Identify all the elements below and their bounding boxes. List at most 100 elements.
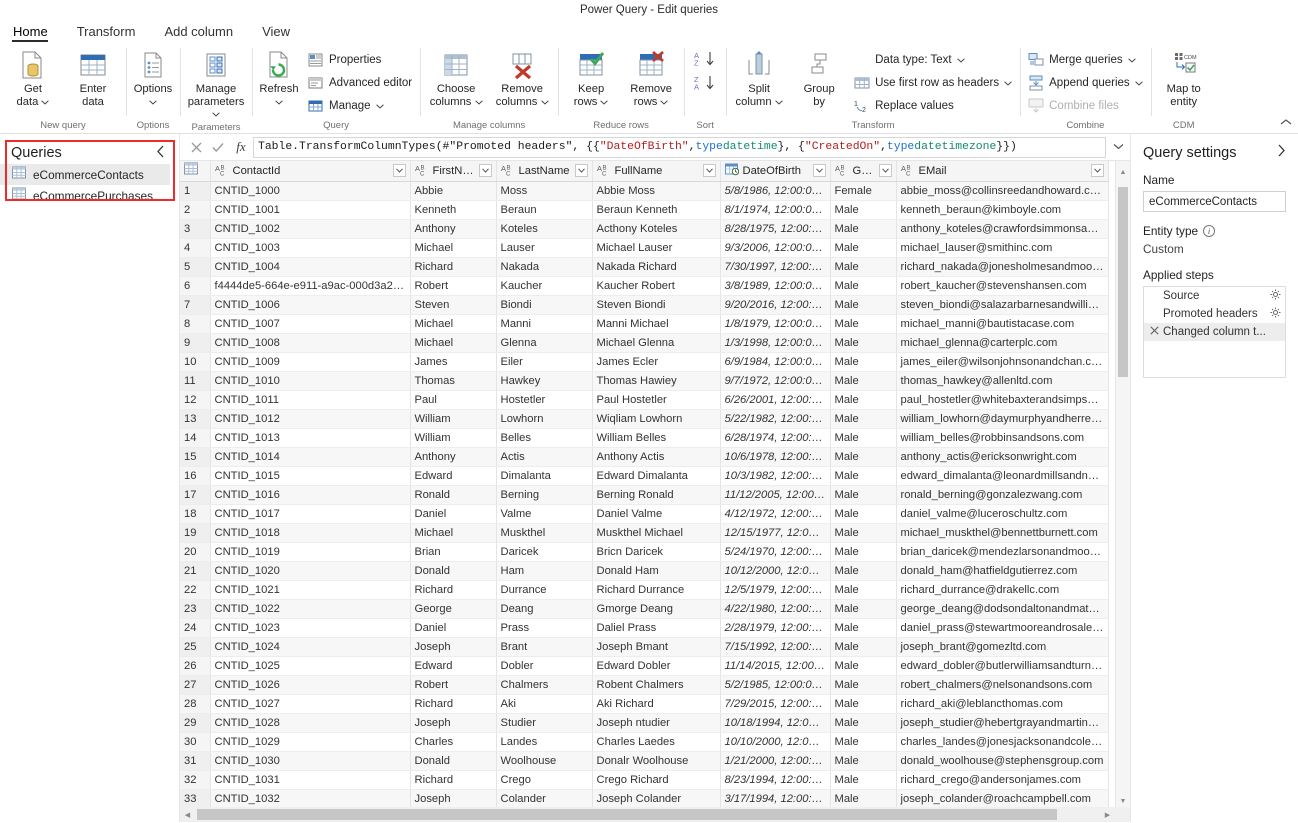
grid-cell-gender[interactable]: Male (830, 694, 897, 714)
grid-cell-lastname[interactable]: Koteles (496, 219, 593, 239)
grid-cell-contactid[interactable]: CNTID_1020 (210, 561, 411, 581)
grid-cell-firstname[interactable]: Abbie (410, 181, 497, 201)
grid-cell-gender[interactable]: Male (830, 561, 897, 581)
grid-cell-dateofbirth[interactable]: 1/8/1979, 12:00:00 AM (720, 314, 831, 334)
grid-cell-lastname[interactable]: Hawkey (496, 371, 593, 391)
grid-cell-contactid[interactable]: CNTID_1029 (210, 732, 411, 752)
ribbon-button-group-by[interactable]: Group by (790, 45, 848, 108)
grid-cell-fullname[interactable]: Muskthel Michael (592, 523, 721, 543)
grid-cell-fullname[interactable]: Aki Richard (592, 694, 721, 714)
ribbon-button-data-type-text[interactable]: Data type: Text (850, 49, 1016, 71)
grid-cell-email[interactable]: charles_landes@jonesjacksonandcole.com (896, 732, 1109, 752)
grid-row[interactable]: 8 CNTID_1007 Michael Manni Manni Michael 1/8/… (180, 314, 1109, 334)
chevron-up-icon[interactable] (1280, 117, 1292, 129)
ribbon-button-split-column[interactable]: Split column (730, 45, 788, 109)
scroll-right-arrow-icon[interactable]: ▶ (1100, 811, 1115, 819)
ribbon-button-append-queries[interactable]: Append queries (1024, 72, 1147, 94)
ribbon-button-manage-parameters[interactable]: Manage parameters (184, 45, 248, 122)
ribbon-button-remove-rows[interactable]: Remove rows (622, 45, 680, 109)
grid-cell-fullname[interactable]: Michael Glenna (592, 333, 721, 353)
grid-cell-contactid[interactable]: CNTID_1030 (210, 751, 411, 771)
grid-cell-email[interactable]: richard_crego@andersonjames.com (896, 770, 1109, 790)
grid-cell-email[interactable]: michael_glenna@carterplc.com (896, 333, 1109, 353)
grid-cell-gender[interactable]: Male (830, 637, 897, 657)
grid-column-header-contactid[interactable]: A B C ContactId (210, 161, 411, 182)
grid-cell-firstname[interactable]: William (410, 409, 497, 429)
grid-column-header-dateofbirth[interactable]: DateOfBirth (720, 161, 831, 182)
grid-cell-lastname[interactable]: Hostetler (496, 390, 593, 410)
grid-cell-lastname[interactable]: Beraun (496, 200, 593, 220)
grid-cell-gender[interactable]: Male (830, 276, 897, 296)
grid-cell-contactid[interactable]: CNTID_1003 (210, 238, 411, 258)
scroll-up-arrow-icon[interactable]: ▲ (1116, 169, 1130, 176)
grid-cell-contactid[interactable]: CNTID_1017 (210, 504, 411, 524)
grid-cell-contactid[interactable]: CNTID_1018 (210, 523, 411, 543)
grid-row[interactable]: 3 CNTID_1002 Anthony Koteles Acthony Koteles… (180, 219, 1109, 239)
grid-row[interactable]: 25 CNTID_1024 Joseph Brant Joseph Bmant 7/15/… (180, 637, 1109, 657)
grid-cell-lastname[interactable]: Actis (496, 447, 593, 467)
grid-cell-contactid[interactable]: CNTID_1027 (210, 694, 411, 714)
grid-cell-dateofbirth[interactable]: 6/9/1984, 12:00:00 AM (720, 352, 831, 372)
grid-cell-gender[interactable]: Male (830, 713, 897, 733)
grid-column-header-lastname[interactable]: A B C LastName (496, 161, 593, 182)
applied-step-changed-column-t[interactable]: Changed column t... (1144, 323, 1285, 341)
grid-cell-contactid[interactable]: CNTID_1023 (210, 618, 411, 638)
grid-cell-email[interactable]: paul_hostetler@whitebaxterandsimpson.com (896, 390, 1109, 410)
grid-row[interactable]: 11 CNTID_1010 Thomas Hawkey Thomas Hawiey 9/7… (180, 371, 1109, 391)
chevron-down-icon[interactable] (774, 98, 783, 107)
grid-row[interactable]: 7 CNTID_1006 Steven Biondi Steven Biondi 9/20… (180, 295, 1109, 315)
horizontal-scroll-thumb[interactable] (197, 809, 1057, 820)
grid-cell-dateofbirth[interactable]: 5/2/1985, 12:00:00 AM (720, 675, 831, 695)
grid-row[interactable]: 15 CNTID_1014 Anthony Actis Anthony Actis 10/… (180, 447, 1109, 467)
grid-cell-dateofbirth[interactable]: 10/12/2000, 12:00:00 ... (720, 561, 831, 581)
chevron-down-icon[interactable] (1004, 79, 1012, 88)
formula-input[interactable]: Table.TransformColumnTypes(#"Promoted he… (253, 136, 1106, 158)
grid-cell-gender[interactable]: Male (830, 599, 897, 619)
chevron-down-icon[interactable] (1106, 142, 1130, 153)
grid-cell-lastname[interactable]: Woolhouse (496, 751, 593, 771)
grid-cell-fullname[interactable]: Bricn Daricek (592, 542, 721, 562)
grid-row[interactable]: 20 CNTID_1019 Brian Daricek Bricn Daricek 5/2… (180, 542, 1109, 562)
ribbon-button-sort-descending[interactable]: ZA (694, 75, 716, 96)
grid-cell-firstname[interactable]: Brian (410, 542, 497, 562)
grid-cell-email[interactable]: michael_muskthel@bennettburnett.com (896, 523, 1109, 543)
chevron-down-icon[interactable] (275, 98, 283, 107)
grid-cell-fullname[interactable]: Berning Ronald (592, 485, 721, 505)
grid-cell-gender[interactable]: Male (830, 447, 897, 467)
grid-cell-contactid[interactable]: CNTID_1001 (210, 200, 411, 220)
grid-cell-gender[interactable]: Male (830, 219, 897, 239)
grid-cell-lastname[interactable]: Nakada (496, 257, 593, 277)
grid-cell-contactid[interactable]: CNTID_1011 (210, 390, 411, 410)
grid-cell-contactid[interactable]: CNTID_1015 (210, 466, 411, 486)
grid-row[interactable]: 30 CNTID_1029 Charles Landes Charles Laedes 1… (180, 732, 1109, 752)
grid-cell-email[interactable]: robert_chalmers@nelsonandsons.com (896, 675, 1109, 695)
grid-cell-contactid[interactable]: CNTID_1021 (210, 580, 411, 600)
grid-cell-email[interactable]: joseph_colander@roachcampbell.com (896, 789, 1109, 809)
grid-cell-firstname[interactable]: Edward (410, 466, 497, 486)
grid-cell-dateofbirth[interactable]: 5/8/1986, 12:00:00 AM (720, 181, 831, 201)
grid-cell-lastname[interactable]: Brant (496, 637, 593, 657)
grid-cell-gender[interactable]: Female (830, 181, 897, 201)
grid-cell-gender[interactable]: Male (830, 200, 897, 220)
grid-row[interactable]: 26 CNTID_1025 Edward Dobler Edward Dobler 11/… (180, 656, 1109, 676)
grid-cell-email[interactable]: kenneth_beraun@kimboyle.com (896, 200, 1109, 220)
grid-cell-dateofbirth[interactable]: 11/12/2005, 12:00:00 ... (720, 485, 831, 505)
grid-cell-contactid[interactable]: CNTID_1024 (210, 637, 411, 657)
grid-cell-fullname[interactable]: Joseph ntudier (592, 713, 721, 733)
grid-cell-lastname[interactable]: Valme (496, 504, 593, 524)
grid-cell-dateofbirth[interactable]: 8/23/1994, 12:00:00 AM (720, 770, 831, 790)
grid-cell-firstname[interactable]: Kenneth (410, 200, 497, 220)
chevron-down-icon[interactable] (1134, 79, 1143, 88)
grid-cell-firstname[interactable]: Edward (410, 656, 497, 676)
grid-cell-dateofbirth[interactable]: 1/21/2000, 12:00:00 AM (720, 751, 831, 771)
grid-row[interactable]: 9 CNTID_1008 Michael Glenna Michael Glenna 1/… (180, 333, 1109, 353)
grid-cell-email[interactable]: anthony_koteles@crawfordsimmonsandgreene… (896, 219, 1109, 239)
column-filter-button[interactable] (478, 164, 492, 178)
ribbon-button-remove-columns[interactable]: Remove columns (490, 45, 554, 109)
query-list-item-ecommercepurchases[interactable]: eCommercePurchases (0, 185, 179, 206)
grid-cell-email[interactable]: daniel_prass@stewartmooreandrosales.com (896, 618, 1109, 638)
grid-cell-firstname[interactable]: Richard (410, 770, 497, 790)
grid-cell-dateofbirth[interactable]: 5/22/1982, 12:00:00 AM (720, 409, 831, 429)
grid-cell-fullname[interactable]: Acthony Koteles (592, 219, 721, 239)
chevron-down-icon[interactable] (375, 102, 384, 111)
